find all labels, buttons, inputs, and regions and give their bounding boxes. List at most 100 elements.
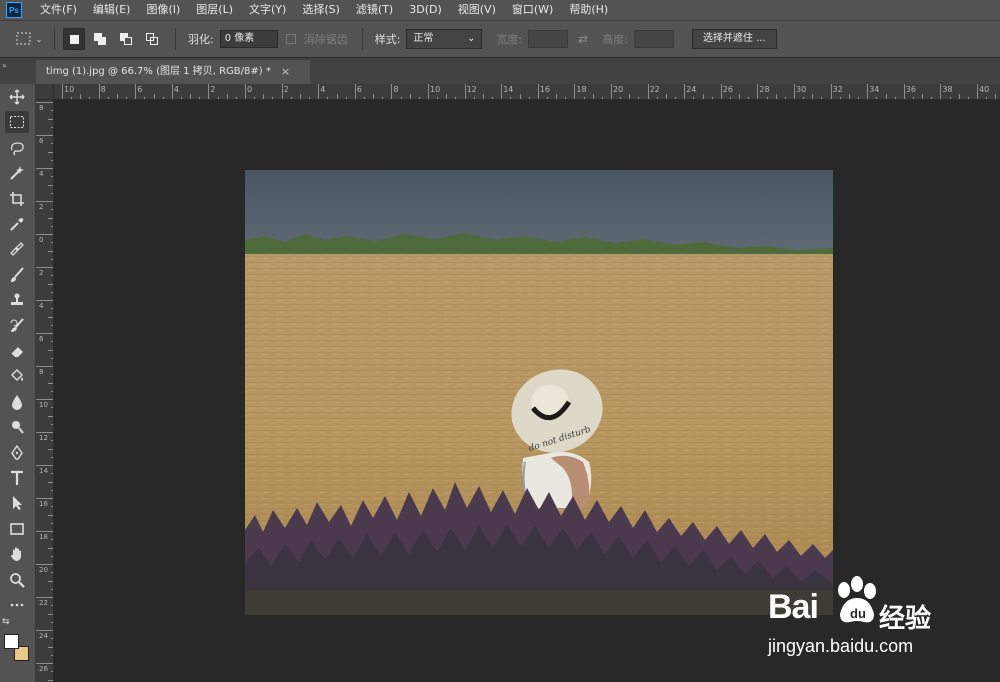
style-select[interactable]: 正常 ⌄ bbox=[406, 29, 483, 49]
menu-type[interactable]: 文字(Y) bbox=[241, 0, 294, 20]
ruler-tick bbox=[208, 84, 210, 99]
height-input[interactable] bbox=[633, 30, 674, 48]
ruler-tick bbox=[647, 84, 649, 99]
ruler-tick bbox=[720, 84, 722, 99]
menu-image[interactable]: 图像(I) bbox=[138, 0, 188, 20]
ruler-tick bbox=[464, 84, 466, 99]
ruler-tick bbox=[36, 366, 53, 367]
move-tool[interactable] bbox=[5, 86, 29, 108]
rectangle-tool[interactable] bbox=[5, 518, 29, 540]
ruler-h-label: 34 bbox=[869, 85, 880, 94]
close-tab-icon[interactable]: × bbox=[281, 60, 290, 84]
hand-tool[interactable] bbox=[5, 543, 29, 565]
swap-width-height-icon[interactable]: ⇄ bbox=[578, 32, 588, 46]
menu-help[interactable]: 帮助(H) bbox=[561, 0, 616, 20]
ruler-tick bbox=[36, 531, 53, 532]
rectangular-marquee-tool[interactable] bbox=[5, 111, 29, 134]
ruler-tick bbox=[684, 84, 686, 99]
eyedropper-tool[interactable] bbox=[5, 213, 29, 235]
ruler-tick bbox=[940, 84, 942, 99]
blur-tool-icon bbox=[12, 394, 22, 410]
menu-window[interactable]: 窗口(W) bbox=[504, 0, 561, 20]
select-and-mask-button[interactable]: 选择并遮住 ... bbox=[691, 29, 777, 49]
photoshop-logo-icon: Ps bbox=[6, 2, 22, 18]
vertical-ruler[interactable]: 8 6 4 2 0 2 4 6 8 10 12 14 16 18 20 22 24 26 bbox=[36, 100, 54, 682]
ruler-tick bbox=[36, 267, 53, 268]
magic-wand-tool[interactable] bbox=[5, 162, 29, 184]
ruler-tick bbox=[245, 84, 246, 99]
ruler-h-label: 22 bbox=[649, 85, 660, 94]
ruler-h-label: 6 bbox=[356, 85, 362, 94]
menu-3d[interactable]: 3D(D) bbox=[401, 0, 450, 20]
ruler-tick bbox=[36, 333, 53, 334]
antialias-checkbox[interactable] bbox=[285, 34, 296, 44]
document-image[interactable]: do not disturb bbox=[245, 170, 833, 615]
menu-edit[interactable]: 编辑(E) bbox=[85, 0, 139, 20]
history-brush-tool[interactable] bbox=[5, 315, 29, 337]
ruler-v-label: 2 bbox=[39, 269, 44, 277]
dodge-tool[interactable] bbox=[5, 416, 29, 438]
rectangular-marquee-tool-icon bbox=[10, 116, 24, 129]
ruler-v-label: 18 bbox=[39, 533, 48, 541]
baidu-jingyan-watermark: du Bai 经验 jingyan.baidu.com bbox=[762, 570, 952, 665]
pen-tool[interactable] bbox=[5, 442, 29, 464]
subtract-from-selection-button[interactable] bbox=[115, 28, 137, 50]
ruler-h-label: 38 bbox=[942, 85, 953, 94]
tool-preset-picker[interactable]: ⌄ bbox=[12, 27, 46, 51]
eraser-tool[interactable] bbox=[5, 340, 29, 362]
ruler-tick bbox=[98, 84, 100, 99]
tools-panel: ⇆ bbox=[0, 84, 36, 682]
toolbar-collapse-grip[interactable]: » bbox=[0, 58, 36, 84]
watermark-url: jingyan.baidu.com bbox=[768, 636, 914, 656]
path-selection-tool[interactable] bbox=[5, 492, 29, 514]
lasso-tool-icon bbox=[10, 142, 24, 156]
ruler-v-label: 6 bbox=[39, 335, 44, 343]
ruler-tick bbox=[36, 135, 53, 136]
ruler-h-label: 36 bbox=[905, 85, 916, 94]
clone-stamp-tool[interactable] bbox=[5, 289, 29, 311]
ruler-v-label: 0 bbox=[39, 236, 44, 244]
ruler-tick bbox=[36, 234, 53, 235]
ruler-tick bbox=[36, 102, 53, 103]
add-to-selection-button[interactable] bbox=[89, 28, 111, 50]
paint-bucket-tool[interactable] bbox=[5, 365, 29, 387]
feather-input[interactable]: 0 像素 bbox=[219, 30, 278, 48]
width-input[interactable] bbox=[528, 30, 569, 48]
ruler-v-label: 4 bbox=[39, 170, 44, 178]
horizontal-ruler[interactable]: 10 8 6 4 2 0 2 4 6 8 10 12 14 16 18 20 22 24 26 28 30 32 34 36 3… bbox=[54, 84, 1000, 100]
ruler-h-label: 0 bbox=[247, 85, 253, 94]
swap-colors-icon[interactable]: ⇆ bbox=[2, 617, 10, 627]
ruler-h-label: 4 bbox=[320, 85, 326, 94]
ruler-v-label: 24 bbox=[39, 632, 48, 640]
ruler-h-label: 14 bbox=[503, 85, 514, 94]
document-tab[interactable]: timg (1).jpg @ 66.7% (图层 1 拷贝, RGB/8#) *… bbox=[36, 60, 310, 84]
foreground-color-swatch[interactable] bbox=[4, 634, 19, 649]
ruler-tick bbox=[428, 84, 429, 99]
new-selection-button[interactable] bbox=[63, 28, 85, 50]
more-tools[interactable] bbox=[5, 594, 29, 616]
ruler-tick bbox=[36, 168, 53, 169]
intersect-selection-button[interactable] bbox=[141, 28, 163, 50]
menu-view[interactable]: 视图(V) bbox=[450, 0, 504, 20]
ruler-h-label: 20 bbox=[613, 85, 624, 94]
ruler-v-label: 2 bbox=[39, 203, 44, 211]
watermark-brand: Bai bbox=[768, 588, 819, 626]
ruler-origin[interactable] bbox=[36, 84, 54, 100]
menu-select[interactable]: 选择(S) bbox=[294, 0, 348, 20]
menu-file[interactable]: 文件(F) bbox=[32, 0, 85, 20]
ruler-tick bbox=[36, 498, 53, 499]
type-tool[interactable] bbox=[5, 467, 29, 489]
brush-tool[interactable] bbox=[5, 264, 29, 286]
menu-layer[interactable]: 图层(L) bbox=[188, 0, 241, 20]
lasso-tool[interactable] bbox=[5, 137, 29, 159]
crop-tool[interactable] bbox=[5, 188, 29, 210]
healing-brush-tool[interactable] bbox=[5, 238, 29, 260]
blur-tool[interactable] bbox=[5, 391, 29, 413]
zoom-tool[interactable] bbox=[5, 569, 29, 591]
ruler-tick bbox=[537, 84, 539, 99]
ruler-h-label: 24 bbox=[686, 85, 697, 94]
menu-filter[interactable]: 滤镜(T) bbox=[348, 0, 401, 20]
dodge-tool-icon bbox=[12, 421, 24, 434]
ruler-v-label: 14 bbox=[39, 467, 48, 475]
ruler-h-label: 26 bbox=[722, 85, 733, 94]
